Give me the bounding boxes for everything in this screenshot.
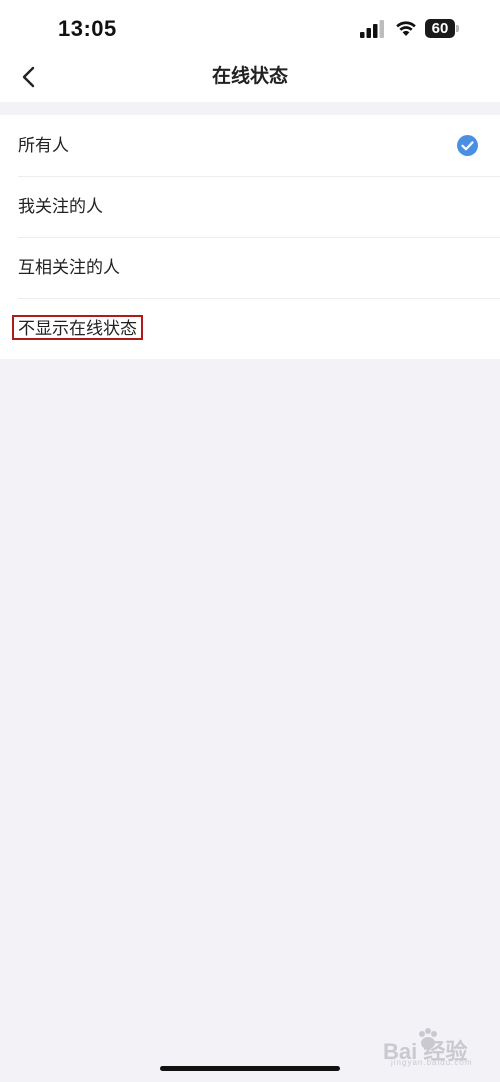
status-time: 13:05 bbox=[58, 16, 117, 41]
option-label: 不显示在线状态 bbox=[12, 315, 143, 340]
back-button[interactable] bbox=[12, 60, 46, 94]
home-indicator[interactable] bbox=[160, 1066, 340, 1071]
option-label: 互相关注的人 bbox=[18, 258, 120, 277]
option-label: 所有人 bbox=[18, 136, 69, 155]
wifi-icon bbox=[396, 21, 416, 36]
option-everyone[interactable]: 所有人 bbox=[0, 115, 500, 176]
page-title: 在线状态 bbox=[211, 66, 288, 87]
paw-icon bbox=[419, 1028, 437, 1049]
checkmark-icon bbox=[457, 135, 478, 156]
chevron-left-icon bbox=[22, 66, 35, 88]
option-mutual-follows[interactable]: 互相关注的人 bbox=[0, 237, 500, 298]
battery-icon: 60 bbox=[425, 19, 461, 38]
option-label: 我关注的人 bbox=[18, 197, 103, 216]
nav-bar: 在线状态 bbox=[0, 52, 500, 102]
section-gap bbox=[0, 102, 500, 115]
signal-icon bbox=[360, 20, 384, 38]
visibility-option-list: 所有人 我关注的人 互相关注的人 不显示在线状态 bbox=[0, 115, 500, 359]
battery-level: 60 bbox=[431, 20, 449, 37]
option-hide-online-status[interactable]: 不显示在线状态 bbox=[0, 298, 500, 359]
watermark: Bai 经验 jingyan.baidu.com bbox=[383, 1026, 493, 1067]
status-bar: 13:05 60 bbox=[0, 0, 500, 52]
option-people-i-follow[interactable]: 我关注的人 bbox=[0, 176, 500, 237]
battery-tip bbox=[456, 25, 459, 32]
watermark-url: jingyan.baidu.com bbox=[391, 1058, 473, 1067]
